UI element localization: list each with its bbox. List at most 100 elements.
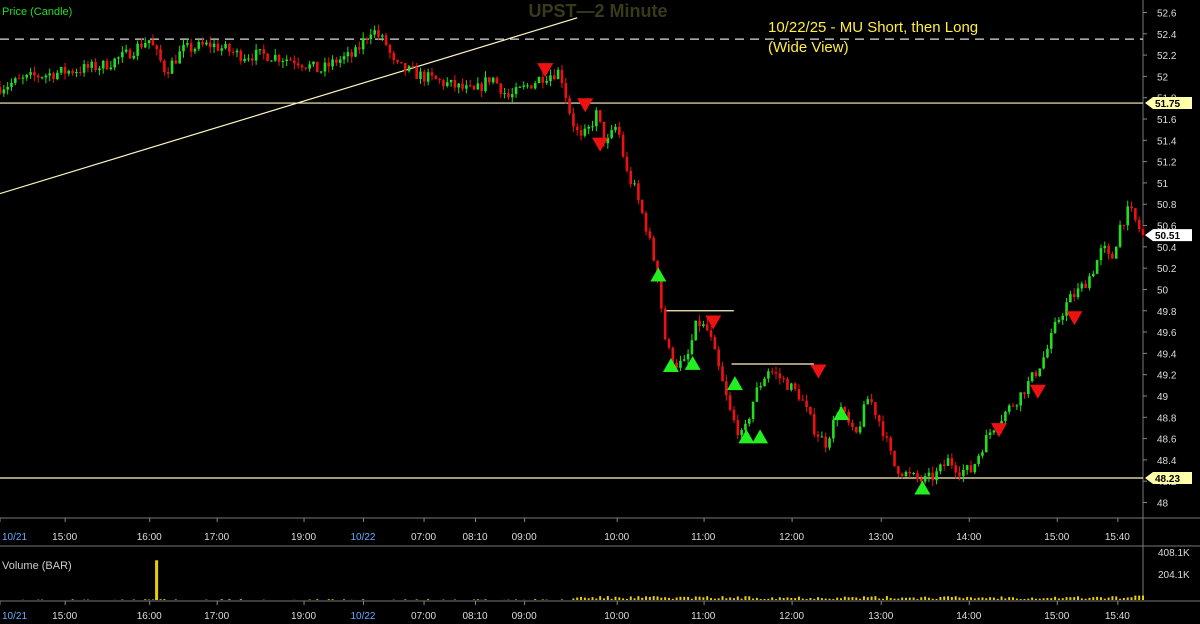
candle-body: [491, 77, 495, 83]
candle-body: [709, 330, 713, 337]
volume-bar: [809, 598, 812, 600]
volume-bar: [1008, 597, 1011, 600]
volume-tick-label: 204.1K: [1158, 570, 1190, 581]
candle-body: [373, 30, 376, 35]
candle-body: [1107, 245, 1110, 254]
candle-body: [660, 280, 663, 309]
candle-body: [1007, 405, 1011, 412]
candle-body: [977, 455, 980, 465]
candle-body: [243, 58, 246, 62]
candle-body: [384, 35, 388, 46]
candle-body: [633, 183, 636, 185]
candle-body: [1141, 229, 1145, 236]
volume-panel-label[interactable]: Volume (BAR): [2, 560, 72, 572]
volume-bar: [897, 598, 900, 600]
candle-body: [403, 63, 407, 72]
chart-canvas: UPST—2 Minute 52.652.452.25251.851.651.4…: [0, 0, 1200, 624]
candle-body: [262, 49, 266, 54]
candle-body: [858, 426, 862, 433]
time-tick-label: 15:00: [52, 611, 77, 622]
volume-bar: [939, 596, 942, 600]
volume-bar: [904, 597, 907, 600]
volume-bar: [1046, 597, 1049, 600]
candle-body: [488, 77, 491, 83]
candle-body: [1092, 273, 1095, 277]
candle-body: [476, 83, 480, 90]
volume-bar: [778, 597, 781, 600]
volume-bar: [706, 596, 709, 600]
volume-bar: [767, 598, 770, 600]
price-tick-label: 52.6: [1157, 9, 1177, 20]
candle-body: [862, 404, 866, 427]
volume-bar: [969, 597, 972, 600]
price-tick-label: 50.8: [1157, 200, 1177, 211]
candle-body: [434, 75, 438, 80]
candle-body: [1103, 245, 1107, 249]
volume-bar: [652, 596, 655, 600]
candle-body: [533, 83, 537, 89]
volume-bar: [962, 598, 965, 600]
candle-body: [740, 430, 743, 436]
volume-bar: [622, 598, 625, 600]
volume-bar: [840, 598, 843, 600]
volume-bar: [1138, 595, 1141, 600]
candle-body: [228, 44, 231, 52]
candle-body: [205, 42, 208, 45]
candle-body: [1137, 219, 1141, 230]
volume-bar: [985, 598, 988, 600]
candle-body: [296, 63, 300, 66]
volume-bar: [1122, 598, 1125, 600]
volume-bar: [797, 596, 800, 600]
candle-body: [1084, 283, 1087, 288]
candle-body: [686, 353, 690, 360]
candle-body: [679, 360, 682, 368]
candle-body: [346, 52, 350, 57]
volume-bar: [641, 597, 644, 600]
time-tick-label: 10/21: [2, 611, 27, 622]
candle-body: [33, 72, 36, 76]
candle-body: [71, 70, 74, 74]
candle-body: [713, 336, 717, 350]
candle-body: [763, 378, 766, 387]
volume-bar: [989, 597, 992, 600]
candle-body: [927, 472, 931, 476]
volume-bar: [996, 598, 999, 600]
price-tick-label: 50.4: [1157, 243, 1177, 254]
volume-bar: [713, 598, 716, 600]
volume-bar: [901, 597, 904, 600]
volume-bar: [679, 596, 682, 600]
volume-bar: [771, 597, 774, 600]
candle-body: [186, 43, 189, 45]
volume-bar: [740, 598, 743, 600]
candle-body: [155, 45, 159, 50]
candle-body: [1061, 315, 1065, 320]
candle-body: [29, 72, 32, 75]
candle-body: [1114, 246, 1118, 259]
candle-body: [1015, 405, 1019, 407]
candle-body: [208, 42, 212, 48]
volume-bar: [947, 596, 950, 600]
volume-bar: [625, 598, 628, 600]
time-tick-label: 10/22: [350, 611, 375, 622]
candle-body: [816, 434, 820, 437]
candle-body: [1042, 357, 1045, 369]
candle-body: [258, 49, 262, 51]
price-panel-label[interactable]: Price (Candle): [2, 6, 72, 18]
candle-body: [805, 400, 808, 407]
volume-bar: [583, 597, 586, 600]
volume-bar: [633, 598, 636, 600]
candle-body: [828, 438, 831, 448]
candle-body: [595, 110, 598, 127]
candle-body: [293, 60, 296, 64]
candle-body: [216, 43, 220, 51]
candle-body: [736, 420, 740, 436]
volume-bar: [782, 598, 785, 600]
candle-body: [514, 87, 518, 95]
volume-spike-bar: [155, 560, 159, 600]
candle-body: [877, 415, 881, 422]
volume-bar: [71, 599, 74, 600]
candle-body: [786, 378, 789, 390]
candle-body: [98, 68, 101, 71]
price-tick-label: 49: [1157, 392, 1169, 403]
candle-body: [109, 67, 113, 70]
